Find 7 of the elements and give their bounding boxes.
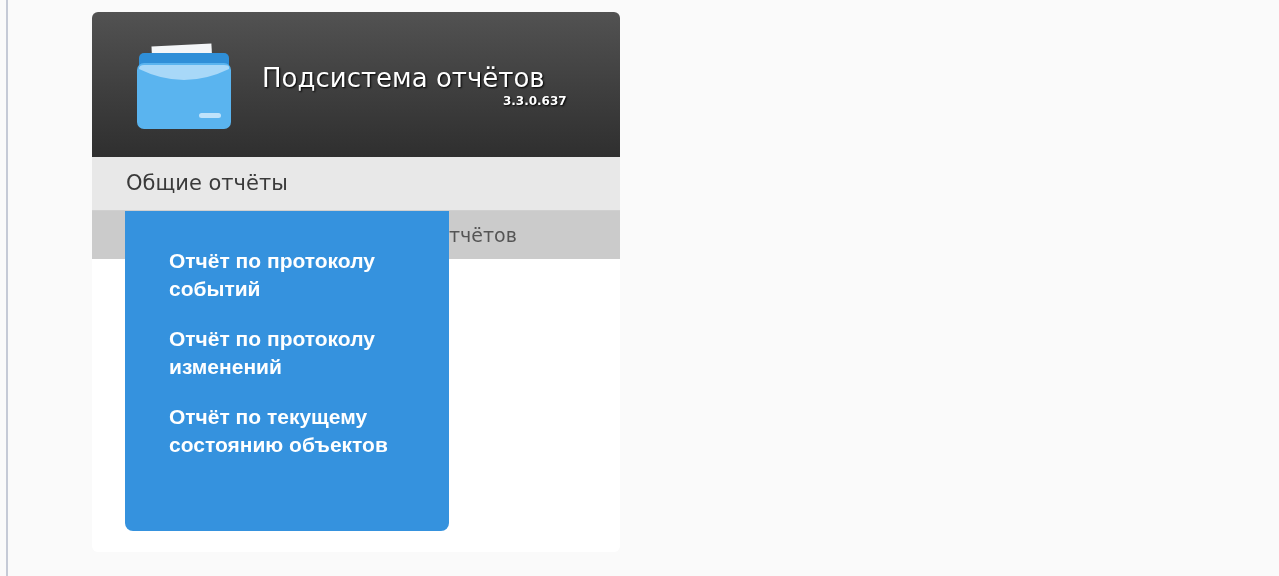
dropdown-item[interactable]: Отчёт по текущему состоянию объектов (169, 403, 419, 459)
menu-item[interactable]: Общие отчёты (126, 167, 288, 200)
menu-item[interactable]: тчётов (449, 220, 517, 250)
version-label: 3.3.0.637 (502, 94, 567, 110)
dropdown-item[interactable]: Отчёт по протоколу изменений (169, 325, 419, 381)
dropdown-item[interactable]: Отчёт по протоколу событий (169, 247, 419, 303)
app-title: Подсистема отчётов (262, 61, 545, 95)
